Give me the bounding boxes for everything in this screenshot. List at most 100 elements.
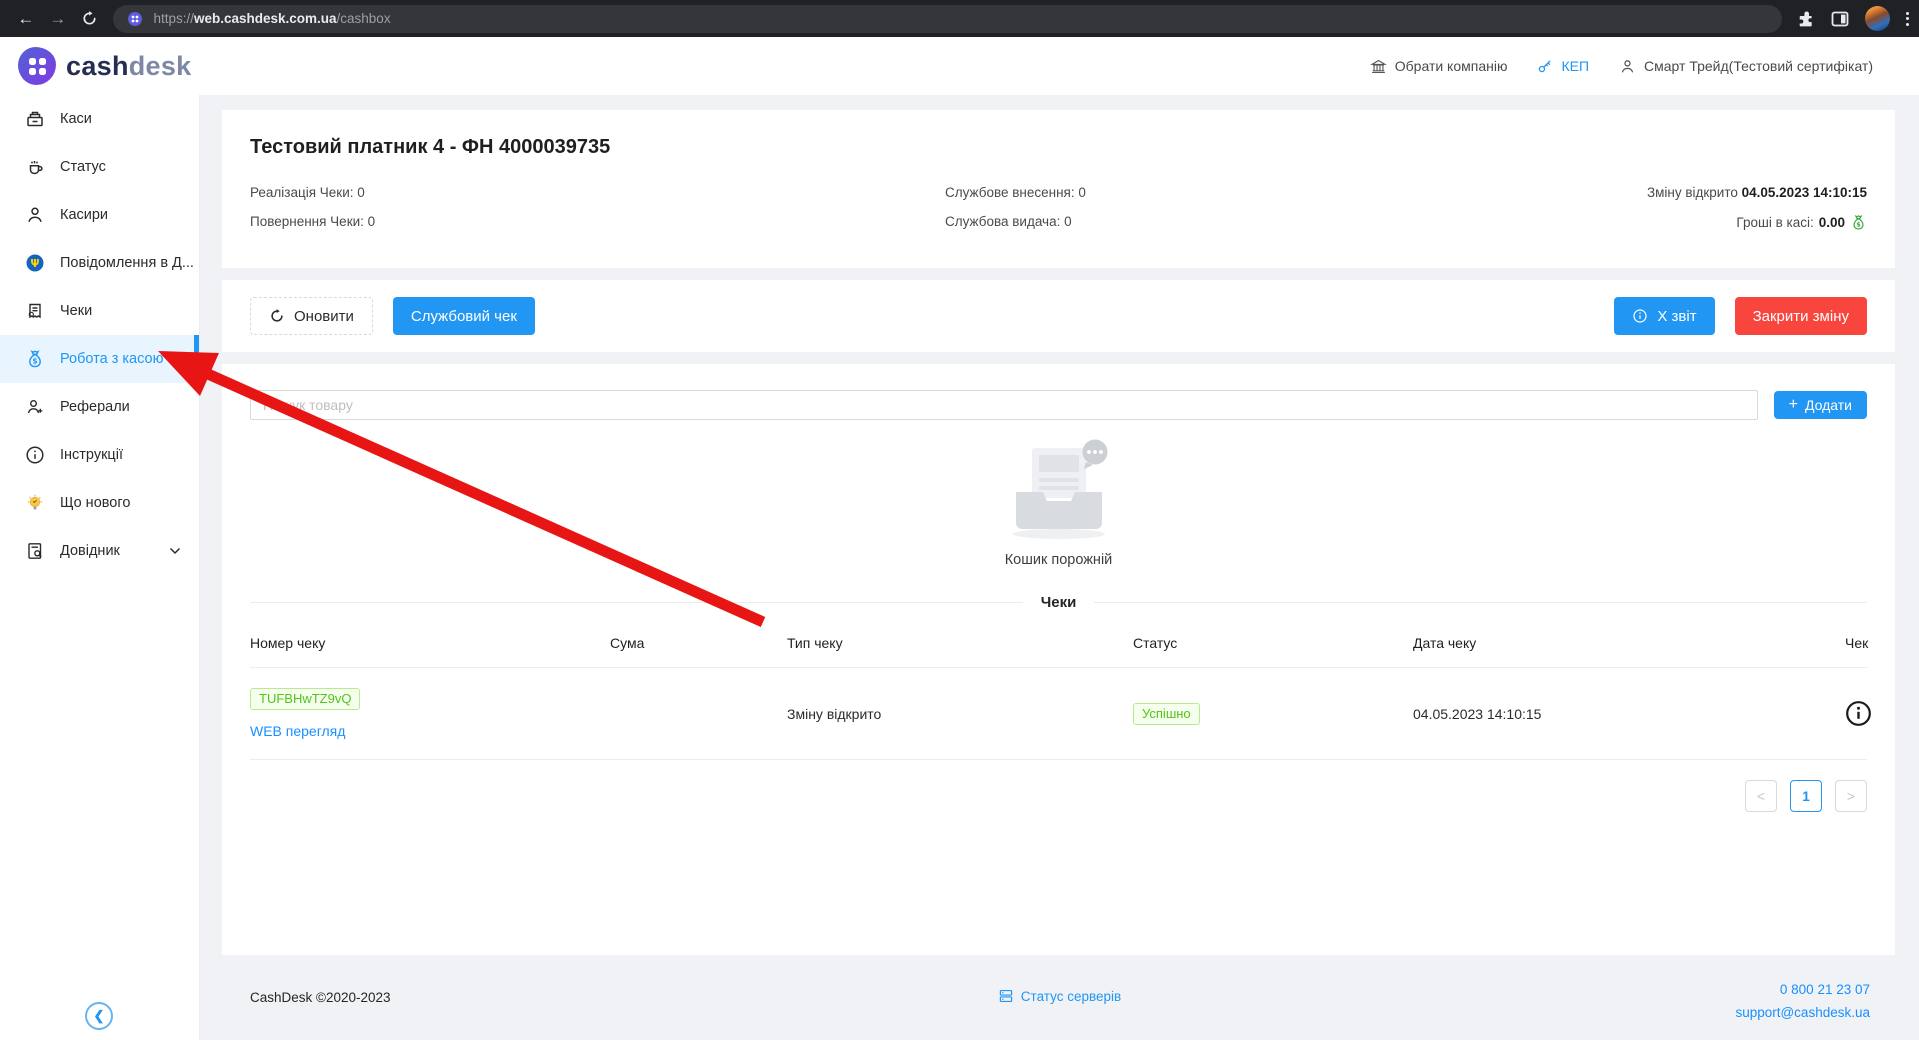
- web-view-link[interactable]: WEB перегляд: [250, 723, 345, 739]
- cashdesk-logo[interactable]: cashdesk: [18, 47, 192, 85]
- sidebar-item-label: Інструкції: [60, 447, 123, 463]
- column-header-type: Тип чеку: [787, 635, 1133, 651]
- close-shift-button[interactable]: Закрити зміну: [1735, 297, 1867, 335]
- server-icon: [998, 988, 1014, 1004]
- sidebar-item-label: Що нового: [60, 495, 130, 511]
- logo-text: cashdesk: [66, 51, 192, 82]
- status-cup-icon: [25, 157, 45, 177]
- page-title: Тестовий платник 4 - ФН 4000039735: [250, 136, 1867, 159]
- refresh-label: Оновити: [294, 308, 354, 325]
- status-badge: Успішно: [1133, 703, 1200, 725]
- app-header: cashdesk Обрати компанію КЕП: [0, 37, 1919, 95]
- pagination-next-button[interactable]: >: [1835, 780, 1867, 812]
- receipt-info-icon[interactable]: [1845, 700, 1872, 727]
- site-favicon: [127, 11, 143, 27]
- column-header-date: Дата чеку: [1413, 635, 1845, 651]
- browser-reload-icon[interactable]: [74, 5, 106, 33]
- table-header-row: Номер чеку Сума Тип чеку Статус Дата чек…: [250, 621, 1867, 668]
- column-header-number: Номер чеку: [250, 635, 610, 651]
- sidebar-item-status[interactable]: Статус: [0, 143, 199, 191]
- extensions-puzzle-icon[interactable]: [1796, 9, 1815, 28]
- sidebar-item-povidomlennia[interactable]: Ψ Повідомлення в Д...: [0, 239, 199, 287]
- user-account-button[interactable]: Смарт Трейд(Тестовий сертифікат): [1619, 58, 1873, 75]
- sidebar-item-label: Повідомлення в Д...: [60, 255, 194, 271]
- referrals-icon: [25, 397, 45, 417]
- server-status-link[interactable]: Статус серверів: [998, 988, 1121, 1004]
- column-header-check: Чек: [1845, 635, 1872, 651]
- refresh-icon: [269, 308, 285, 324]
- choose-company-label: Обрати компанію: [1395, 58, 1508, 74]
- sidebar-collapse-button[interactable]: ❮: [85, 1002, 113, 1030]
- stat-returns: Повернення Чеки: 0: [250, 214, 945, 229]
- pagination-page-1[interactable]: 1: [1790, 780, 1822, 812]
- service-check-button[interactable]: Службовий чек: [393, 297, 535, 335]
- directory-icon: [25, 541, 45, 561]
- sidebar-item-label: Реферали: [60, 399, 130, 415]
- sidebar-item-shcho-novoho[interactable]: Що нового: [0, 479, 199, 527]
- sidebar-item-label: Чеки: [60, 303, 92, 319]
- screen: ← → https://web.cashdesk.com.ua/cashbox: [0, 0, 1919, 1040]
- shift-stats: Реалізація Чеки: 0 Повернення Чеки: 0 Сл…: [250, 185, 1867, 231]
- support-email[interactable]: support@cashdesk.ua: [1735, 1001, 1870, 1024]
- address-bar[interactable]: https://web.cashdesk.com.ua/cashbox: [113, 5, 1782, 33]
- refresh-button[interactable]: Оновити: [250, 297, 373, 335]
- sidebar-item-label: Довідник: [60, 543, 120, 559]
- sidebar-item-kasyry[interactable]: Касири: [0, 191, 199, 239]
- add-label: Додати: [1805, 397, 1852, 413]
- cart-empty-state: Кошик порожній: [250, 438, 1867, 568]
- reload-icon: [81, 10, 98, 27]
- empty-cart-illustration: [998, 438, 1120, 542]
- plus-icon: +: [1789, 397, 1798, 413]
- stats-column-sales: Реалізація Чеки: 0 Повернення Чеки: 0: [250, 185, 945, 231]
- key-icon: [1537, 58, 1553, 74]
- receipt-number-badge[interactable]: TUFBHwTZ9vQ: [250, 688, 360, 710]
- sidebar-item-label: Каси: [60, 111, 92, 127]
- svg-text:$: $: [1856, 220, 1860, 228]
- footer-contacts: 0 800 21 23 07 support@cashdesk.ua: [1735, 978, 1870, 1024]
- stats-column-service: Службове внесення: 0 Службова видача: 0: [945, 185, 1647, 231]
- sidebar-item-robota-z-kasoiu[interactable]: $ Робота з касою: [0, 335, 199, 383]
- money-bag-icon: $: [25, 349, 45, 369]
- chevron-down-icon: [169, 547, 181, 555]
- browser-profile-avatar[interactable]: [1865, 6, 1890, 31]
- cell-status: Успішно: [1133, 703, 1413, 725]
- stat-realization: Реалізація Чеки: 0: [250, 185, 945, 200]
- choose-company-button[interactable]: Обрати компанію: [1370, 58, 1508, 75]
- column-header-status: Статус: [1133, 635, 1413, 651]
- x-report-button[interactable]: X звіт: [1614, 297, 1714, 335]
- receipts-table: Номер чеку Сума Тип чеку Статус Дата чек…: [250, 621, 1867, 760]
- side-panel-icon[interactable]: [1831, 10, 1849, 28]
- add-product-button[interactable]: + Додати: [1774, 391, 1867, 419]
- product-search-input[interactable]: [250, 390, 1758, 420]
- main-content: Тестовий платник 4 - ФН 4000039735 Реалі…: [200, 95, 1919, 1040]
- stat-cash-in-till: Гроші в касі: 0.00 $: [1647, 214, 1867, 231]
- stats-column-shift: Зміну відкрито 04.05.2023 14:10:15 Гроші…: [1647, 185, 1867, 231]
- support-phone[interactable]: 0 800 21 23 07: [1735, 978, 1870, 1001]
- browser-menu-icon[interactable]: [1906, 12, 1909, 26]
- x-report-label: X звіт: [1657, 308, 1696, 325]
- sidebar-item-dovidnyk[interactable]: Довідник: [0, 527, 199, 575]
- sidebar-item-cheky[interactable]: Чеки: [0, 287, 199, 335]
- receipts-icon: [25, 301, 45, 321]
- money-bag-green-icon: $: [1850, 214, 1867, 231]
- cart-empty-label: Кошик порожній: [1005, 552, 1113, 568]
- svg-text:$: $: [32, 357, 37, 366]
- stat-service-in: Службове внесення: 0: [945, 185, 1647, 200]
- kep-label: КЕП: [1561, 58, 1589, 74]
- toolbar-card: Оновити Службовий чек X звіт Закрити змі…: [222, 280, 1895, 352]
- browser-forward-icon[interactable]: →: [42, 5, 74, 33]
- user-name-label: Смарт Трейд(Тестовий сертифікат): [1644, 58, 1873, 74]
- sidebar-item-label: Статус: [60, 159, 106, 175]
- pagination-prev-button[interactable]: <: [1745, 780, 1777, 812]
- cashiers-icon: [25, 205, 45, 225]
- browser-back-icon[interactable]: ←: [10, 5, 42, 33]
- bank-icon: [1370, 58, 1387, 75]
- kep-button[interactable]: КЕП: [1537, 58, 1589, 74]
- sidebar-item-instruktsii[interactable]: Інструкції: [0, 431, 199, 479]
- sidebar-item-kasy[interactable]: Каси: [0, 95, 199, 143]
- bulb-icon: [25, 493, 45, 513]
- stat-service-out: Службова видача: 0: [945, 214, 1647, 229]
- sidebar-item-label: Касири: [60, 207, 108, 223]
- info-circle-icon: [25, 445, 45, 465]
- sidebar-item-referaly[interactable]: Реферали: [0, 383, 199, 431]
